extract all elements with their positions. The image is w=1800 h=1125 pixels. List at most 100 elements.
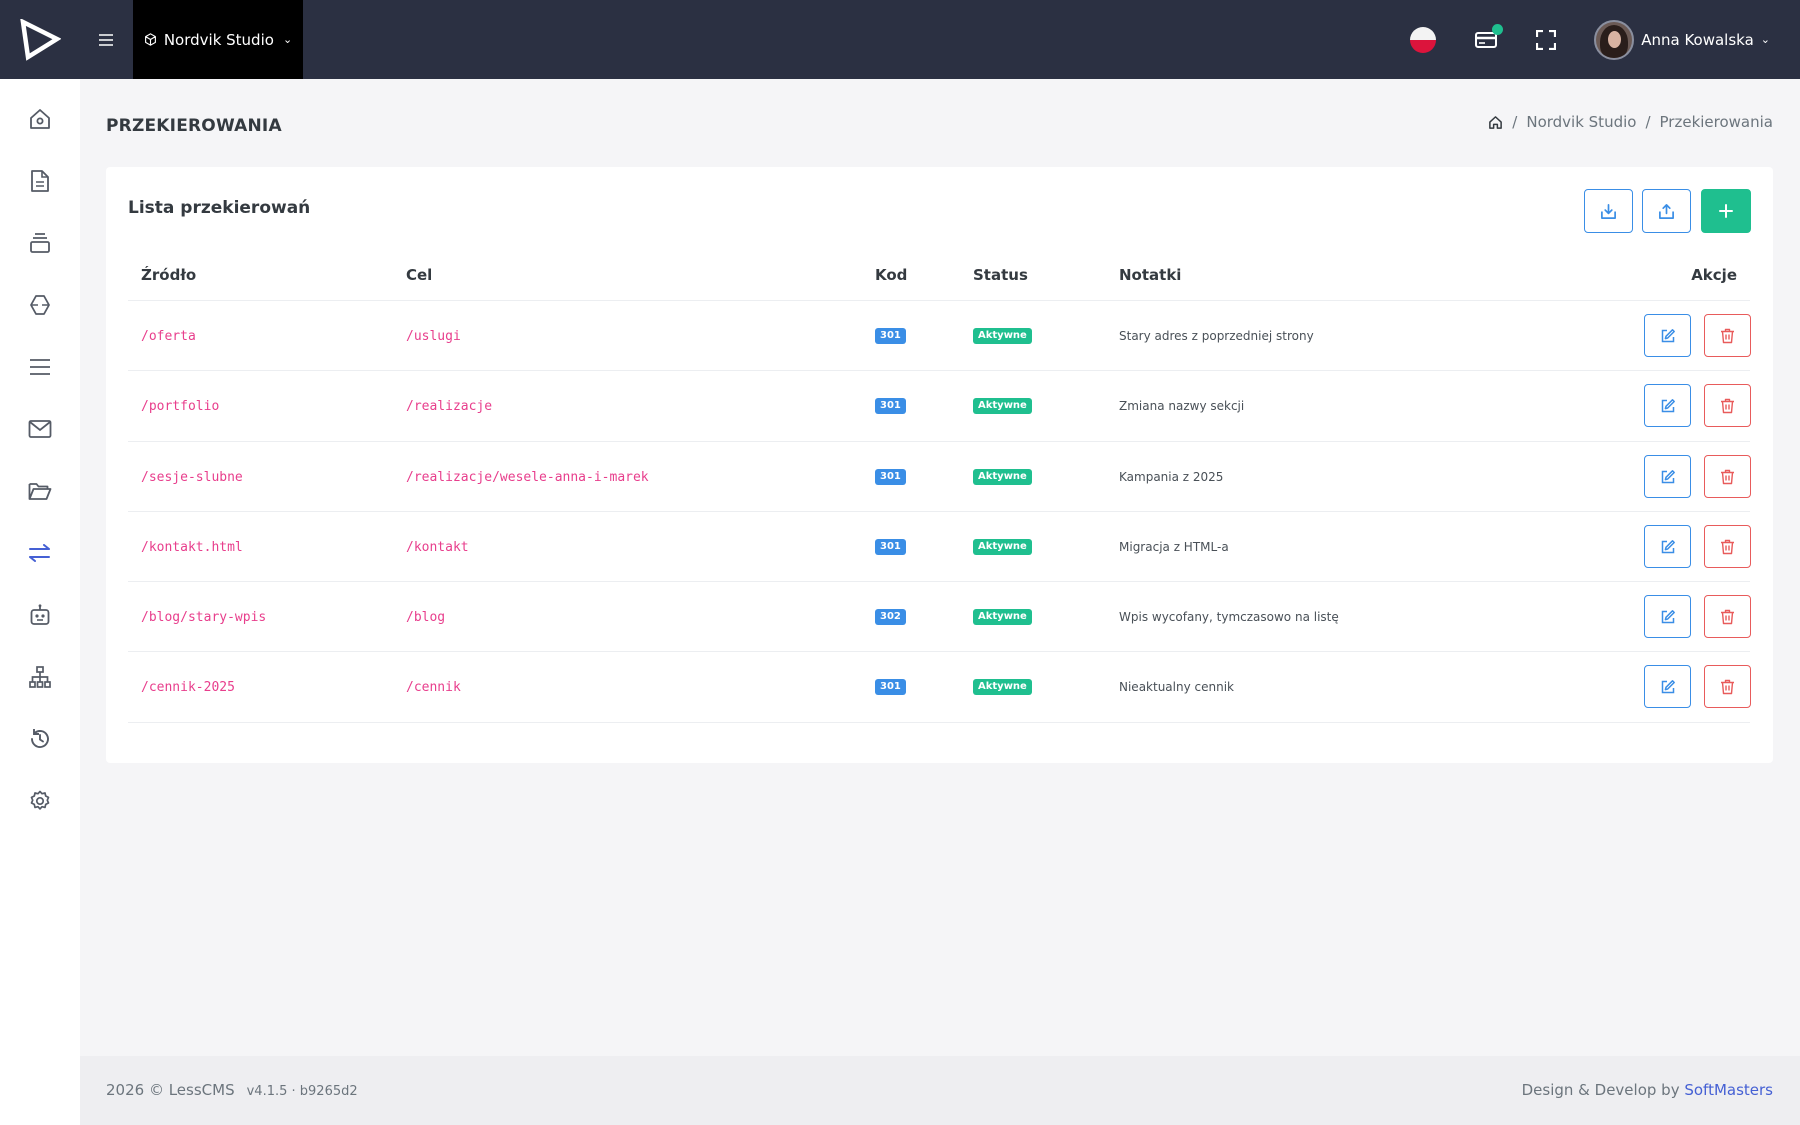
list-icon — [30, 359, 50, 375]
delete-button[interactable] — [1704, 595, 1751, 638]
edit-icon — [1661, 539, 1675, 553]
footer-credit-link[interactable]: SoftMasters — [1684, 1081, 1773, 1099]
delete-button[interactable] — [1704, 384, 1751, 427]
redirect-note: Stary adres z poprzedniej strony — [1119, 329, 1314, 343]
sidebar-item-layers[interactable] — [0, 223, 80, 263]
redirect-source: /blog/stary-wpis — [141, 609, 267, 625]
trash-icon — [1721, 328, 1734, 343]
trash-icon — [1721, 609, 1734, 624]
redirect-source: /oferta — [141, 328, 196, 344]
edit-button[interactable] — [1644, 384, 1691, 427]
delete-button[interactable] — [1704, 314, 1751, 357]
document-icon — [31, 170, 49, 192]
fullscreen-button[interactable] — [1533, 27, 1559, 53]
download-icon — [1601, 203, 1616, 219]
edit-button[interactable] — [1644, 455, 1691, 498]
upload-icon — [1659, 203, 1674, 219]
trash-icon — [1721, 539, 1734, 554]
arrows-swap-icon — [29, 544, 50, 562]
redirect-source: /sesje-slubne — [141, 469, 243, 485]
notification-dot — [1492, 23, 1504, 35]
sidebar-item-menu[interactable] — [0, 347, 80, 387]
user-name: Anna Kowalska — [1641, 30, 1754, 49]
delete-button[interactable] — [1704, 665, 1751, 708]
edit-icon — [1661, 679, 1675, 693]
redirect-note: Migracja z HTML-a — [1119, 540, 1229, 554]
sidebar-item-settings[interactable] — [0, 781, 80, 821]
footer-credit-prefix: Design & Develop by — [1521, 1081, 1680, 1099]
edit-button[interactable] — [1644, 595, 1691, 638]
flag-pl-icon[interactable] — [1410, 26, 1437, 53]
credit-card-button[interactable] — [1473, 23, 1504, 53]
breadcrumb-separator: / — [1512, 113, 1518, 131]
delete-button[interactable] — [1704, 525, 1751, 568]
folder-icon — [28, 483, 52, 500]
sidebar-item-home[interactable] — [0, 99, 80, 139]
edit-button[interactable] — [1644, 314, 1691, 357]
menu-icon — [99, 33, 113, 46]
table-row: /blog/stary-wpis /blog 302 Aktywne Wpis … — [128, 582, 1751, 652]
trash-icon — [1721, 679, 1734, 694]
sidebar — [0, 79, 80, 1125]
footer-version: v4.1.5 · b9265d2 — [246, 1084, 358, 1099]
sidebar-item-pages[interactable] — [0, 161, 80, 201]
sidebar-item-files[interactable] — [0, 471, 80, 511]
redirect-target: /realizacje — [406, 398, 493, 414]
edit-icon — [1661, 469, 1675, 483]
redirect-note: Wpis wycofany, tymczasowo na listę — [1119, 610, 1339, 624]
code-badge: 301 — [875, 679, 906, 695]
code-badge: 301 — [875, 328, 906, 344]
mail-icon — [28, 420, 52, 438]
sidebar-item-history[interactable] — [0, 719, 80, 759]
table-row: /sesje-slubne /realizacje/wesele-anna-i-… — [128, 442, 1751, 512]
sidebar-item-robot[interactable] — [0, 595, 80, 635]
sidebar-item-modules[interactable] — [0, 285, 80, 325]
status-badge: Aktywne — [973, 328, 1032, 344]
column-header-source: Źródło — [141, 266, 197, 284]
avatar — [1594, 19, 1635, 60]
sitemap-icon — [29, 666, 51, 688]
plus-icon — [1719, 204, 1733, 218]
status-badge: Aktywne — [973, 679, 1032, 695]
edit-icon — [1661, 328, 1675, 342]
stack-icon — [30, 233, 50, 253]
column-header-target: Cel — [406, 266, 433, 284]
user-menu[interactable]: Anna Kowalska ⌄ — [1594, 19, 1770, 60]
sidebar-item-redirects[interactable] — [0, 533, 80, 573]
table-row: /oferta /uslugi 301 Aktywne Stary adres … — [128, 301, 1751, 371]
edit-button[interactable] — [1644, 665, 1691, 708]
table-row: /cennik-2025 /cennik 301 Aktywne Nieaktu… — [128, 652, 1751, 722]
home-icon[interactable] — [1488, 115, 1503, 130]
table-divider — [128, 722, 1750, 723]
redirect-source: /cennik-2025 — [141, 679, 235, 695]
import-button[interactable] — [1584, 189, 1633, 233]
logo-icon[interactable] — [0, 0, 80, 79]
export-button[interactable] — [1642, 189, 1691, 233]
page-title: PRZEKIEROWANIA — [106, 116, 282, 136]
menu-toggle-button[interactable] — [80, 0, 132, 79]
add-redirect-button[interactable] — [1701, 189, 1751, 233]
column-header-status: Status — [973, 266, 1028, 284]
code-badge: 301 — [875, 398, 906, 414]
redirect-target: /kontakt — [406, 539, 469, 555]
sidebar-item-sitemap[interactable] — [0, 657, 80, 697]
breadcrumb-site-link[interactable]: Nordvik Studio — [1526, 113, 1636, 131]
footer: 2026 © LessCMS v4.1.5 · b9265d2 Design &… — [80, 1056, 1800, 1125]
edit-icon — [1661, 609, 1675, 623]
status-badge: Aktywne — [973, 539, 1032, 555]
redirect-source: /kontakt.html — [141, 539, 243, 555]
redirects-card: Lista przekierowań Źródło Cel Kod Status… — [106, 167, 1773, 763]
site-name: Nordvik Studio — [163, 30, 274, 49]
delete-button[interactable] — [1704, 455, 1751, 498]
code-badge: 302 — [875, 609, 906, 625]
cube-icon — [144, 33, 156, 46]
card-title: Lista przekierowań — [128, 198, 311, 218]
redirect-target: /realizacje/wesele-anna-i-marek — [406, 469, 649, 485]
site-switcher-button[interactable]: Nordvik Studio ⌄ — [133, 0, 303, 79]
sidebar-item-mail[interactable] — [0, 409, 80, 449]
edit-button[interactable] — [1644, 525, 1691, 568]
home-icon — [30, 109, 50, 129]
column-header-notes: Notatki — [1119, 266, 1182, 284]
fullscreen-icon — [1536, 29, 1557, 50]
column-header-code: Kod — [875, 266, 908, 284]
